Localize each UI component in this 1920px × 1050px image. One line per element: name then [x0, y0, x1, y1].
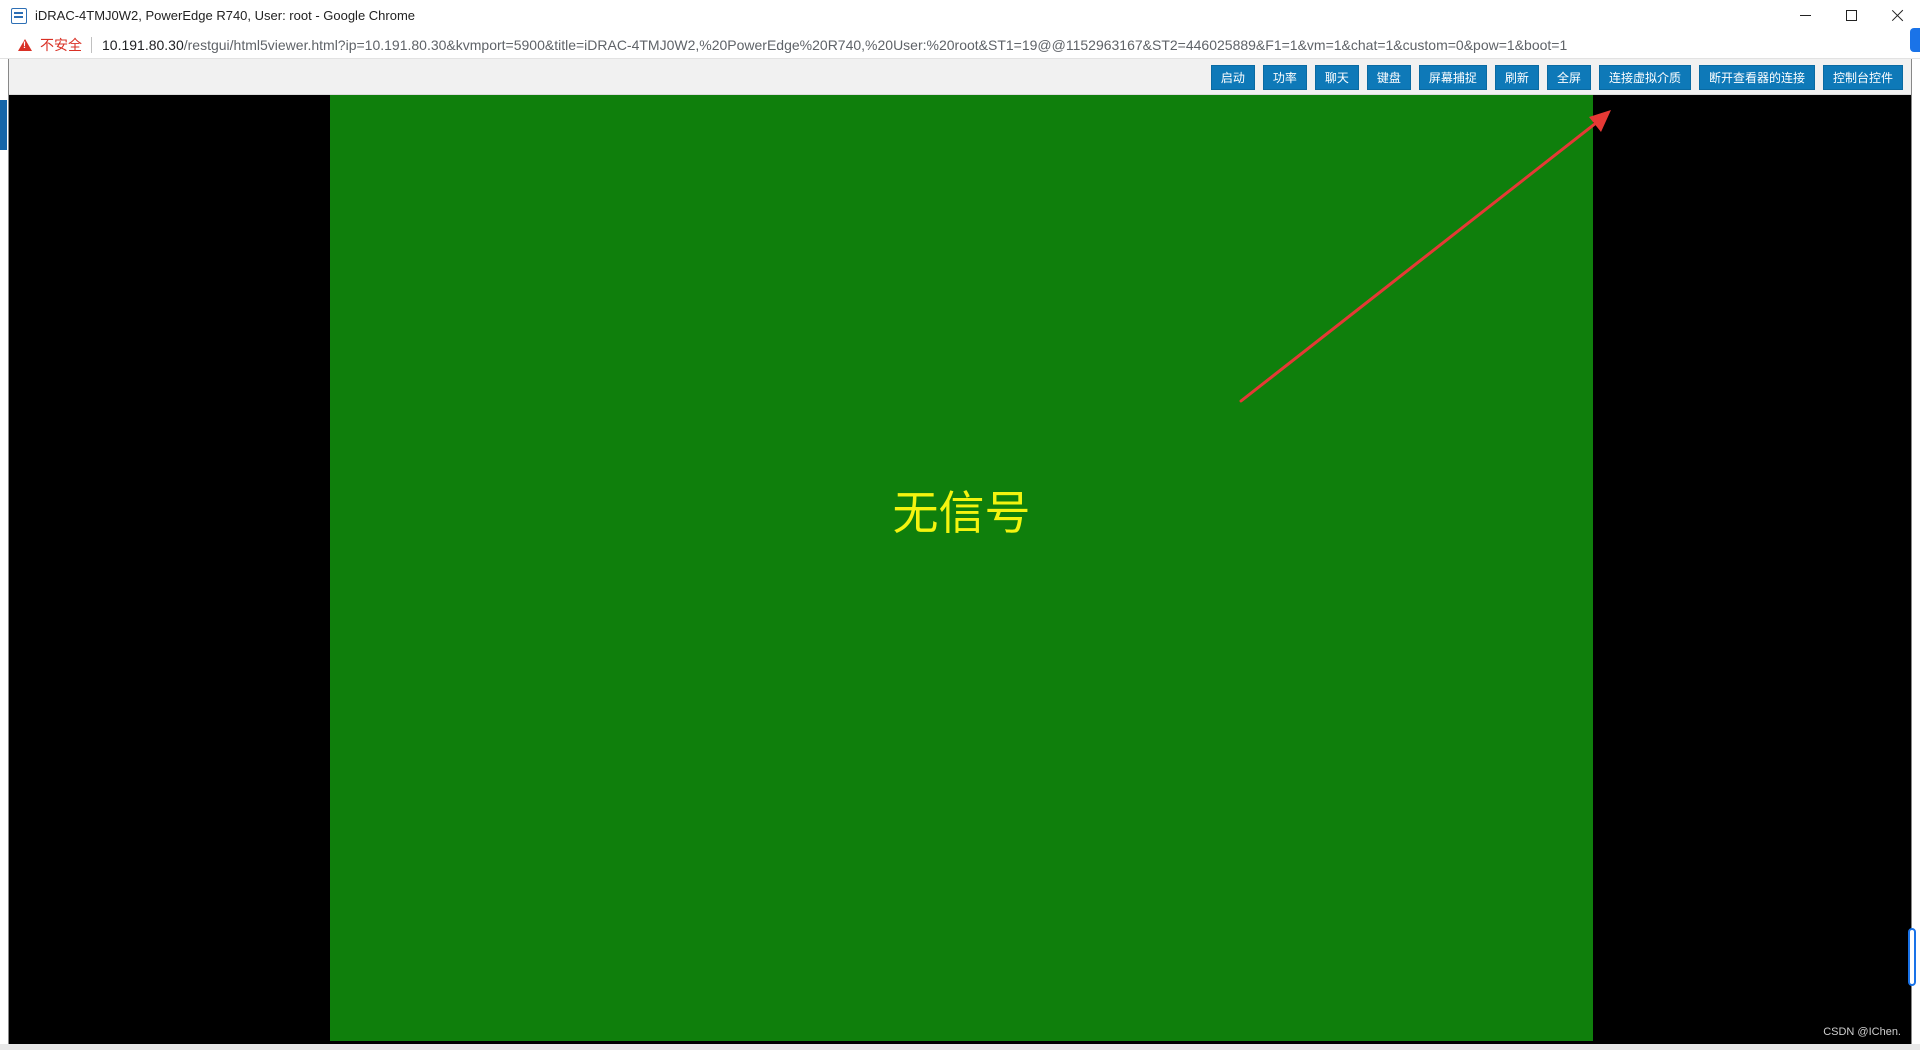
bottom-border — [0, 1044, 1920, 1050]
title-bar: iDRAC-4TMJ0W2, PowerEdge R740, User: roo… — [0, 0, 1920, 31]
refresh-button[interactable]: 刷新 — [1494, 65, 1539, 90]
disconnect-viewer-button[interactable]: 断开查看器的连接 — [1698, 65, 1815, 90]
console-controls-button[interactable]: 控制台控件 — [1822, 65, 1903, 90]
browser-window: iDRAC-4TMJ0W2, PowerEdge R740, User: roo… — [0, 0, 1920, 1050]
url-host: 10.191.80.30 — [102, 36, 184, 53]
url-text[interactable]: 10.191.80.30/restgui/html5viewer.html?ip… — [102, 37, 1567, 53]
fullscreen-button[interactable]: 全屏 — [1546, 65, 1591, 90]
screen-capture-button[interactable]: 屏幕捕捉 — [1418, 65, 1487, 90]
scroll-handle[interactable] — [1908, 928, 1916, 986]
warning-icon[interactable] — [18, 38, 32, 51]
minimize-button[interactable] — [1782, 0, 1828, 31]
close-button[interactable] — [1874, 0, 1920, 31]
console-area[interactable]: 无信号 — [9, 95, 1911, 1044]
chat-button[interactable]: 聊天 — [1314, 65, 1359, 90]
connect-virtual-media-button[interactable]: 连接虚拟介质 — [1598, 65, 1691, 90]
address-bar[interactable]: 不安全 10.191.80.30/restgui/html5viewer.htm… — [0, 31, 1920, 59]
app-window-icon — [11, 7, 27, 24]
kvm-viewer: 启动 功率 聊天 键盘 屏幕捕捉 刷新 全屏 连接虚拟介质 断开查看器的连接 控制台控件 无信号 … — [8, 59, 1912, 1044]
minimize-icon — [1799, 15, 1811, 16]
maximize-icon — [1845, 10, 1857, 21]
boot-button[interactable]: 启动 — [1210, 65, 1255, 90]
viewer-toolbar: 启动 功率 聊天 键盘 屏幕捕捉 刷新 全屏 连接虚拟介质 断开查看器的连接 控制台控件 — [9, 59, 1911, 95]
remote-screen[interactable]: 无信号 — [330, 95, 1593, 1041]
window-controls — [1782, 0, 1920, 31]
keyboard-button[interactable]: 键盘 — [1366, 65, 1411, 90]
security-label[interactable]: 不安全 — [40, 35, 82, 55]
power-button[interactable]: 功率 — [1262, 65, 1307, 90]
close-icon — [1891, 9, 1904, 22]
maximize-button[interactable] — [1828, 0, 1874, 31]
toolbar-button-group: 启动 功率 聊天 键盘 屏幕捕捉 刷新 全屏 连接虚拟介质 断开查看器的连接 控制台控件 — [1210, 65, 1903, 90]
side-extension-tab[interactable] — [1910, 28, 1920, 52]
watermark: CSDN @IChen. — [1823, 1026, 1901, 1038]
window-title: iDRAC-4TMJ0W2, PowerEdge R740, User: roo… — [35, 8, 416, 23]
left-edge-tab[interactable] — [0, 100, 7, 150]
url-path: /restgui/html5viewer.html?ip=10.191.80.3… — [183, 36, 1568, 53]
address-divider — [91, 36, 92, 53]
no-signal-message: 无信号 — [892, 486, 1031, 540]
